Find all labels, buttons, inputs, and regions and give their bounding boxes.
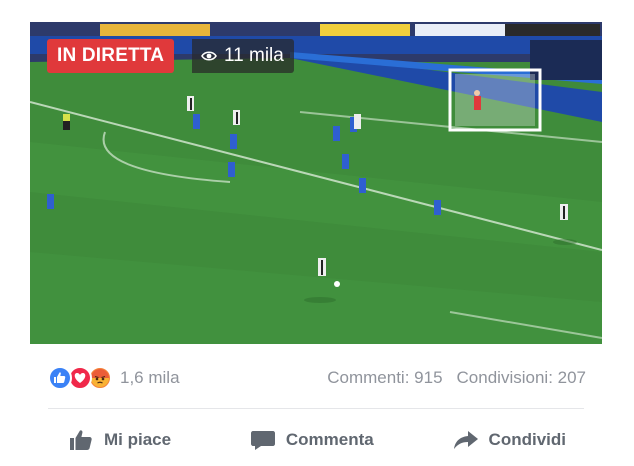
share-button[interactable]: Condividi (433, 429, 586, 451)
comment-count[interactable]: Commenti: 915 (327, 368, 442, 388)
viewer-count-badge: 11 mila (192, 39, 294, 73)
eye-icon (201, 51, 217, 61)
divider (48, 408, 584, 409)
reactions-summary[interactable]: 1,6 mila (48, 366, 180, 390)
engagement-counts: Commenti: 915 Condivisioni: 207 (327, 368, 586, 388)
comment-bubble-icon (250, 431, 275, 450)
like-reaction-icon (48, 366, 72, 390)
share-button-label: Condividi (488, 430, 566, 449)
comment-button[interactable]: Commenta (230, 429, 394, 451)
live-badge: IN DIRETTA (47, 39, 175, 73)
viewer-count: 11 mila (224, 45, 284, 66)
live-video-post: IN DIRETTA 11 mila 1,6 mila Commenti: 91… (0, 0, 634, 466)
thumbs-up-icon (70, 430, 92, 450)
share-arrow-icon (453, 431, 478, 449)
live-video-player[interactable]: IN DIRETTA 11 mila (30, 22, 602, 344)
share-count[interactable]: Condivisioni: 207 (457, 368, 586, 388)
like-button-label: Mi piace (104, 430, 172, 449)
reaction-count[interactable]: 1,6 mila (120, 368, 180, 388)
like-button[interactable]: Mi piace (48, 429, 191, 451)
post-stats: 1,6 mila Commenti: 915 Condivisioni: 207 (48, 362, 586, 394)
comment-button-label: Commenta (285, 430, 374, 449)
post-actions: Mi piace Commenta Condividi (48, 420, 586, 460)
